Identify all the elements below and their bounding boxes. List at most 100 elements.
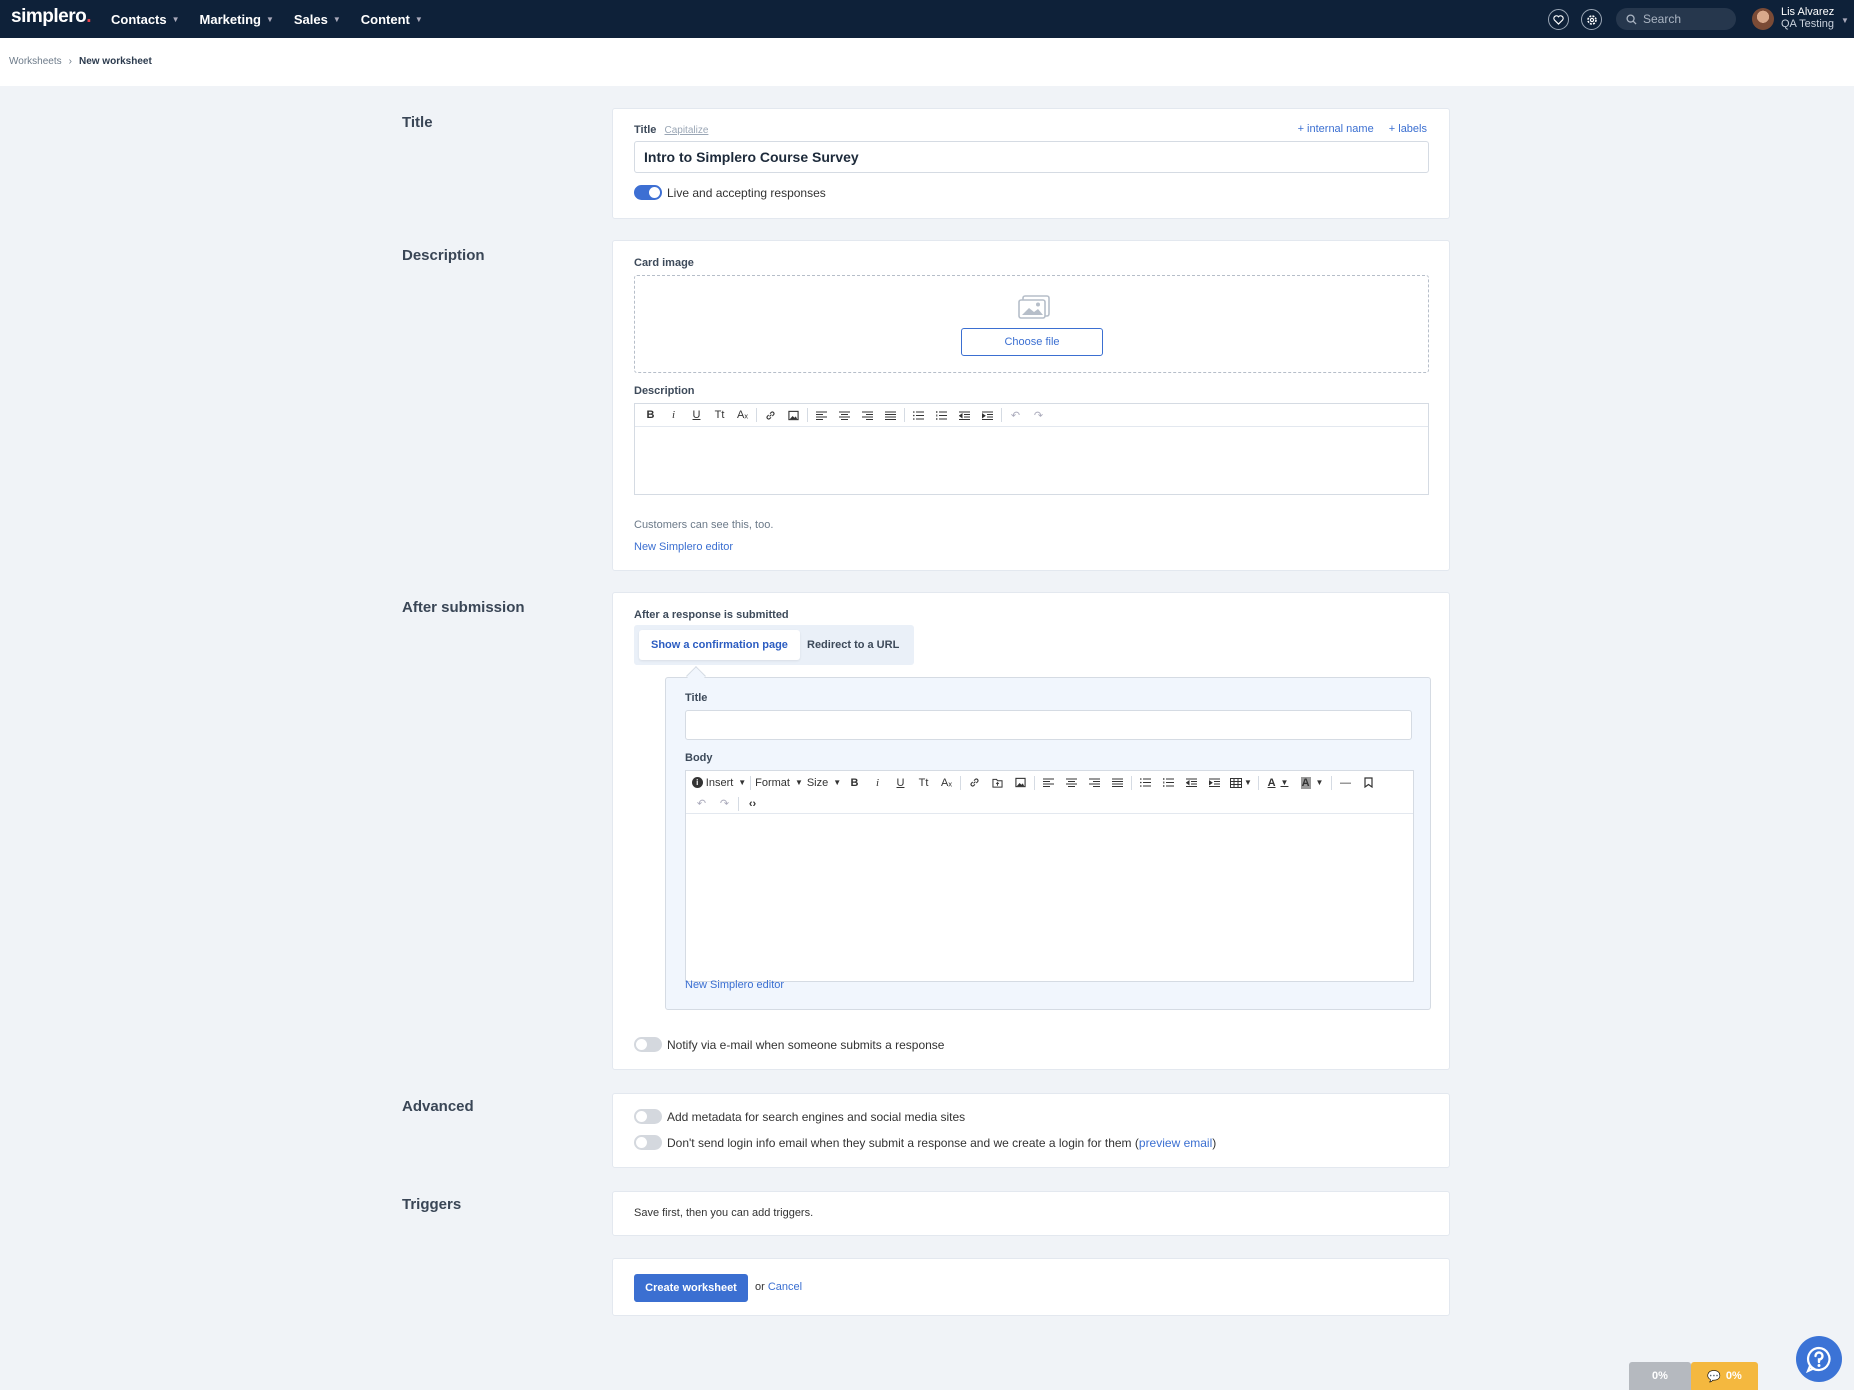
capitalize-link[interactable]: Capitalize — [664, 125, 708, 136]
nav-contacts-label: Contacts — [111, 11, 167, 27]
notify-toggle[interactable] — [634, 1037, 662, 1052]
align-right-icon[interactable] — [856, 405, 879, 426]
undo-icon[interactable]: ↶ — [1004, 405, 1027, 426]
align-left-icon[interactable] — [1037, 772, 1060, 793]
format-menu[interactable]: Format ▼ — [753, 772, 805, 793]
breadcrumb-worksheets[interactable]: Worksheets — [9, 56, 62, 67]
heart-icon[interactable] — [1548, 9, 1569, 30]
tab-show-confirmation[interactable]: Show a confirmation page — [639, 630, 800, 660]
numbered-list-icon[interactable] — [1157, 772, 1180, 793]
outdent-icon[interactable] — [1180, 772, 1203, 793]
breadcrumb-current: New worksheet — [78, 56, 152, 67]
text-color-menu[interactable]: A ▼ — [1261, 772, 1295, 793]
align-left-icon[interactable] — [810, 405, 833, 426]
indent-glyph — [982, 411, 993, 420]
align-justify-icon[interactable] — [1106, 772, 1129, 793]
gear-icon[interactable] — [1581, 9, 1602, 30]
bullet-list-icon[interactable] — [1134, 772, 1157, 793]
source-code-icon[interactable]: ‹› — [741, 793, 764, 814]
tab-redirect-url[interactable]: Redirect to a URL — [795, 630, 911, 660]
user-name: Lis Alvarez — [1781, 6, 1835, 18]
bookmark-icon[interactable] — [1357, 772, 1380, 793]
text-size-button[interactable]: Tt — [912, 772, 935, 793]
simplero-logo[interactable]: simplero. — [11, 6, 91, 28]
size-menu[interactable]: Size ▼ — [805, 772, 843, 793]
text-size-button[interactable]: Tt — [708, 405, 731, 426]
nav-marketing[interactable]: Marketing ▼ — [200, 12, 274, 27]
choose-file-button[interactable]: Choose file — [961, 328, 1103, 356]
horizontal-rule-icon[interactable]: — — [1334, 772, 1357, 793]
undo-icon[interactable]: ↶ — [690, 793, 713, 814]
card-image-dropzone[interactable]: Choose file — [634, 275, 1429, 373]
internal-name-link[interactable]: + internal name — [1298, 123, 1374, 135]
chevron-down-icon[interactable]: ▼ — [1841, 16, 1849, 25]
login-email-toggle[interactable] — [634, 1135, 662, 1150]
user-menu[interactable]: Lis Alvarez QA Testing — [1781, 6, 1834, 30]
new-editor-link[interactable]: New Simplero editor — [685, 979, 784, 991]
bold-button[interactable]: B — [843, 772, 866, 793]
indent-glyph — [1209, 778, 1220, 787]
nav-sales[interactable]: Sales ▼ — [294, 12, 341, 27]
breadcrumb: Worksheets › New worksheet — [9, 56, 152, 67]
body-label: Body — [685, 752, 713, 764]
clear-format-button[interactable]: Aₓ — [731, 405, 754, 426]
avatar[interactable] — [1752, 8, 1774, 30]
after-submission-card: After a response is submitted Show a con… — [612, 592, 1450, 1070]
nav-contacts[interactable]: Contacts ▼ — [111, 12, 180, 27]
folder-glyph — [992, 778, 1003, 788]
redo-icon[interactable]: ↷ — [713, 793, 736, 814]
image-icon[interactable] — [1009, 772, 1032, 793]
live-toggle[interactable] — [634, 185, 662, 200]
align-justify-icon[interactable] — [879, 405, 902, 426]
live-toggle-label: Live and accepting responses — [667, 186, 826, 200]
align-center-icon[interactable] — [1060, 772, 1083, 793]
metadata-toggle-label: Add metadata for search engines and soci… — [667, 1110, 966, 1124]
metadata-toggle[interactable] — [634, 1109, 662, 1124]
link-icon[interactable] — [759, 405, 782, 426]
outdent-icon[interactable] — [953, 405, 976, 426]
preview-email-link[interactable]: preview email — [1139, 1136, 1212, 1150]
nav-content[interactable]: Content ▼ — [361, 12, 423, 27]
image-icon[interactable] — [782, 405, 805, 426]
numbered-list-icon[interactable] — [930, 405, 953, 426]
toolbar-divider — [960, 775, 961, 790]
insert-menu[interactable]: i Insert ▼ — [690, 772, 748, 793]
chevron-down-icon: ▼ — [738, 778, 747, 787]
title-input[interactable] — [634, 141, 1429, 173]
title-extra-links: + internal name + labels — [1298, 123, 1427, 135]
link-icon[interactable] — [963, 772, 986, 793]
help-icon — [1806, 1346, 1831, 1373]
nav-marketing-label: Marketing — [199, 11, 261, 27]
indent-icon[interactable] — [1203, 772, 1226, 793]
help-button[interactable] — [1796, 1336, 1842, 1382]
cancel-link[interactable]: Cancel — [768, 1281, 802, 1293]
align-justify-glyph — [1112, 778, 1123, 787]
labels-link[interactable]: + labels — [1389, 123, 1427, 135]
align-right-icon[interactable] — [1083, 772, 1106, 793]
bold-button[interactable]: B — [639, 405, 662, 426]
highlight-color-menu[interactable]: A ▼ — [1295, 772, 1329, 793]
toolbar-divider — [1131, 775, 1132, 790]
toolbar-divider — [807, 408, 808, 422]
table-menu[interactable]: ▼ — [1226, 772, 1256, 793]
progress-badge-yellow[interactable]: 💬 0% — [1691, 1362, 1758, 1390]
new-editor-link[interactable]: New Simplero editor — [634, 541, 733, 553]
progress-badge-yellow-value: 0% — [1725, 1370, 1742, 1382]
underline-button[interactable]: U — [685, 405, 708, 426]
underline-button[interactable]: U — [889, 772, 912, 793]
clear-format-button[interactable]: Aₓ — [935, 772, 958, 793]
confirmation-title-input[interactable] — [685, 710, 1412, 740]
indent-icon[interactable] — [976, 405, 999, 426]
create-worksheet-button[interactable]: Create worksheet — [634, 1274, 748, 1302]
italic-button[interactable]: i — [866, 772, 889, 793]
file-upload-icon[interactable] — [986, 772, 1009, 793]
align-center-icon[interactable] — [833, 405, 856, 426]
italic-button[interactable]: i — [662, 405, 685, 426]
search-input[interactable] — [1643, 12, 1727, 26]
user-org: QA Testing — [1781, 18, 1834, 30]
redo-icon[interactable]: ↷ — [1027, 405, 1050, 426]
bullet-list-icon[interactable] — [907, 405, 930, 426]
progress-badge-gray[interactable]: 0% — [1629, 1362, 1691, 1390]
advanced-card: Add metadata for search engines and soci… — [612, 1093, 1450, 1168]
search-box[interactable] — [1616, 8, 1736, 30]
